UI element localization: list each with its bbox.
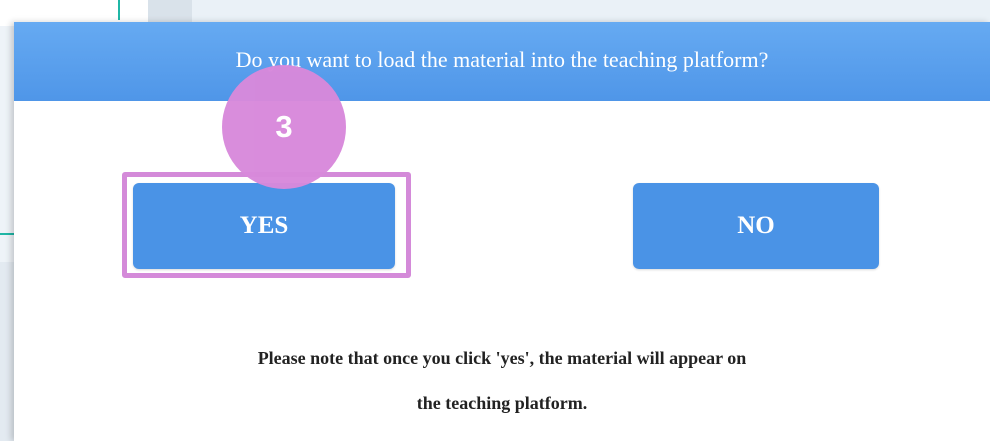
- background-teal-line: [118, 0, 120, 20]
- dialog-note: Please note that once you click 'yes', t…: [14, 336, 990, 426]
- step-number-badge: 3: [222, 65, 346, 189]
- background-left-panel-lower: [0, 262, 14, 441]
- background-teal-line-horizontal: [0, 233, 14, 235]
- yes-button-highlight: [122, 172, 411, 278]
- load-material-dialog: Do you want to load the material into th…: [14, 22, 990, 441]
- screen: Do you want to load the material into th…: [0, 0, 990, 441]
- note-line-2: the teaching platform.: [416, 393, 588, 413]
- note-line-1: Please note that once you click 'yes', t…: [257, 348, 747, 368]
- no-button[interactable]: NO: [633, 183, 879, 269]
- dialog-title: Do you want to load the material into th…: [14, 22, 990, 101]
